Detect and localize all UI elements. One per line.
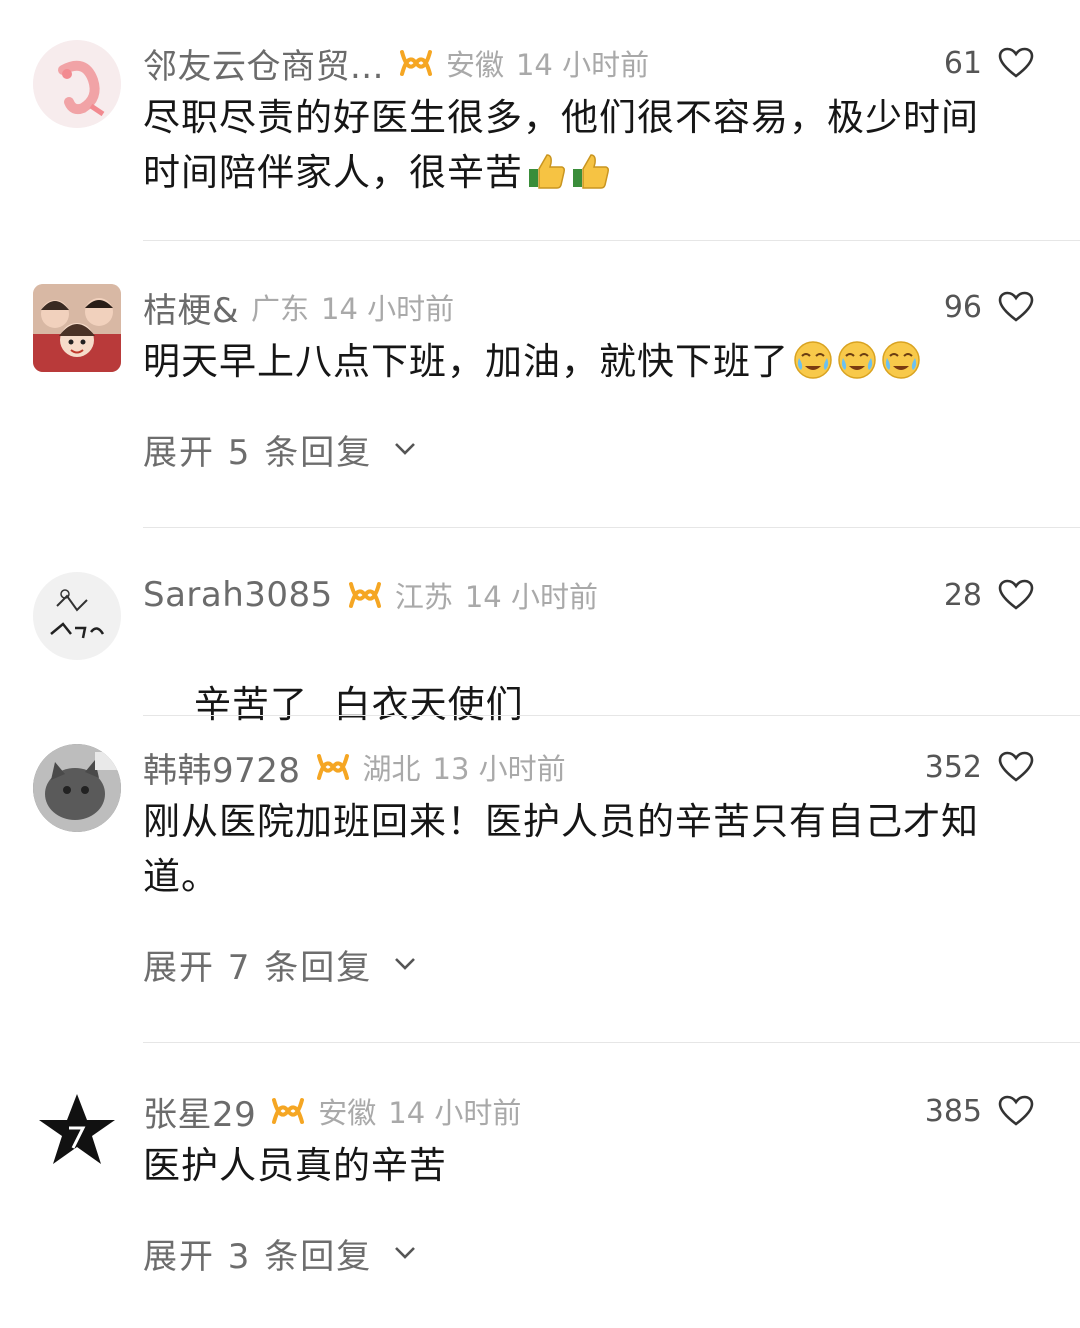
comment-meta: 张星29 安徽 14 小时前 (143, 1087, 522, 1136)
timestamp: 14 小时前 (464, 580, 598, 614)
like-count: 385 (924, 1093, 982, 1129)
sketch-avatar-icon (33, 572, 121, 660)
like-count: 61 (943, 45, 982, 81)
chevron-down-icon (395, 443, 416, 455)
user-avatar[interactable] (33, 40, 121, 128)
divider (143, 527, 1080, 528)
comment-body: 辛苦了 白衣天使们 (194, 683, 524, 726)
timestamp: 14 小时前 (321, 292, 455, 326)
comment-meta: 桔梗& 广东 14 小时前 (143, 283, 455, 332)
comment-text: 尽职尽责的好医生很多，他们很不容易，极少时间时间陪伴家人，很辛苦 (143, 90, 993, 200)
heart-icon (998, 579, 1034, 610)
expand-replies-label: 展开 5 条回复 (143, 432, 373, 473)
chevron-down-icon (395, 958, 416, 970)
vip-badge-icon (399, 50, 432, 76)
username[interactable]: 桔梗& (143, 283, 239, 332)
cat-photo-avatar-icon (33, 744, 121, 832)
expand-replies-button[interactable]: 展开 5 条回复 (143, 427, 416, 473)
expand-replies-label: 展开 7 条回复 (143, 947, 373, 988)
like-button[interactable]: 352 (925, 745, 1034, 789)
star-avatar-icon (33, 1088, 121, 1176)
expand-replies-button[interactable]: 展开 7 条回复 (143, 942, 416, 988)
comment-text: 刚从医院加班回来！医护人员的辛苦只有自己才知道。 (143, 794, 993, 904)
like-button[interactable]: 385 (925, 1089, 1034, 1133)
expand-replies-label: 展开 3 条回复 (143, 1236, 373, 1277)
user-avatar[interactable] (33, 284, 121, 372)
vip-badge-icon (272, 1098, 305, 1124)
family-photo-avatar-icon (33, 284, 121, 372)
divider (143, 715, 1080, 716)
divider (143, 240, 1080, 241)
comment-meta: 邻友云仓商贸... 安徽 14 小时前 (143, 39, 650, 88)
expand-replies-button[interactable]: 展开 3 条回复 (143, 1231, 416, 1277)
comment-body: 医护人员真的辛苦 (143, 1144, 447, 1187)
like-button[interactable]: 61 (944, 41, 1034, 85)
crying-face-icon (882, 341, 920, 379)
user-avatar[interactable] (33, 744, 121, 832)
heart-icon (998, 47, 1034, 78)
comment-meta: Sarah3085 江苏 14 小时前 (143, 573, 598, 617)
like-button[interactable]: 28 (944, 573, 1034, 617)
comment-text: 医护人员真的辛苦 (143, 1138, 993, 1193)
timestamp: 14 小时前 (515, 48, 650, 82)
thumbs-up-icon (529, 154, 565, 189)
comment-meta: 韩韩9728 湖北 13 小时前 (143, 743, 566, 792)
like-button[interactable]: 96 (944, 285, 1034, 329)
timestamp: 13 小时前 (432, 752, 566, 786)
vip-badge-icon (316, 754, 349, 780)
like-count: 96 (943, 289, 982, 325)
divider (143, 1042, 1080, 1043)
thumbs-up-icon (573, 154, 609, 189)
comment-text: 明天早上八点下班，加油，就快下班了 (143, 334, 993, 389)
vip-badge-icon (348, 582, 381, 608)
like-count: 28 (943, 577, 982, 613)
username[interactable]: Sarah3085 (143, 575, 333, 615)
user-avatar[interactable] (33, 572, 121, 660)
location: 广东 (251, 292, 310, 326)
username[interactable]: 韩韩9728 (143, 743, 301, 792)
comment-body: 刚从医院加班回来！医护人员的辛苦只有自己才知道。 (143, 800, 979, 898)
timestamp: 14 小时前 (388, 1096, 522, 1130)
user-avatar[interactable] (33, 1088, 121, 1176)
crying-face-icon (794, 341, 832, 379)
heart-icon (998, 751, 1034, 782)
username[interactable]: 张星29 (143, 1087, 256, 1136)
location: 湖北 (362, 752, 421, 786)
chevron-down-icon (395, 1247, 416, 1259)
heart-icon (998, 1095, 1034, 1126)
location: 安徽 (445, 48, 504, 82)
location: 江苏 (394, 580, 453, 614)
location: 安徽 (318, 1096, 377, 1130)
shrimp-avatar-icon (33, 40, 121, 128)
like-count: 352 (924, 749, 982, 785)
username[interactable]: 邻友云仓商贸... (143, 39, 384, 88)
comment-body: 明天早上八点下班，加油，就快下班了 (143, 340, 789, 383)
crying-face-icon (838, 341, 876, 379)
heart-icon (998, 291, 1034, 322)
